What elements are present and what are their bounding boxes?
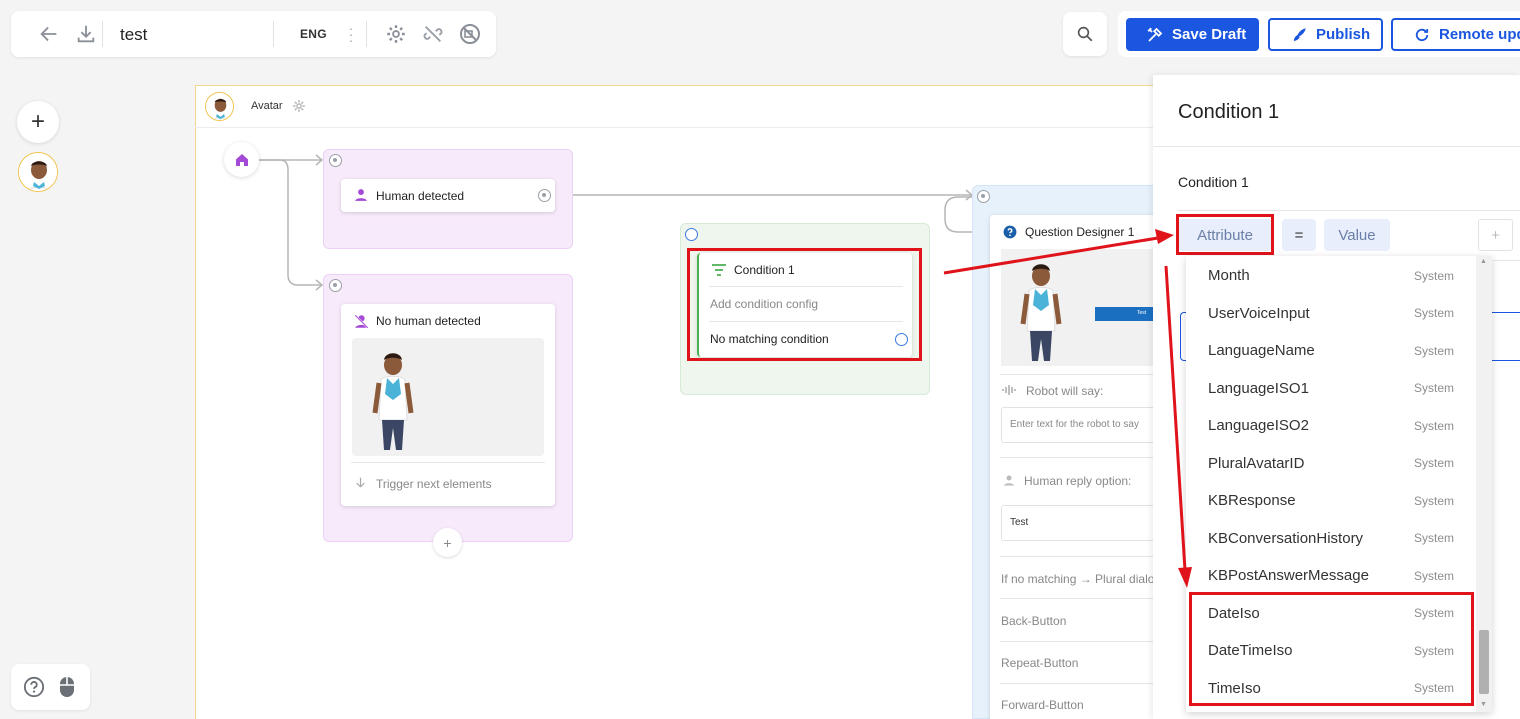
annotation-arrows (943, 229, 1192, 588)
